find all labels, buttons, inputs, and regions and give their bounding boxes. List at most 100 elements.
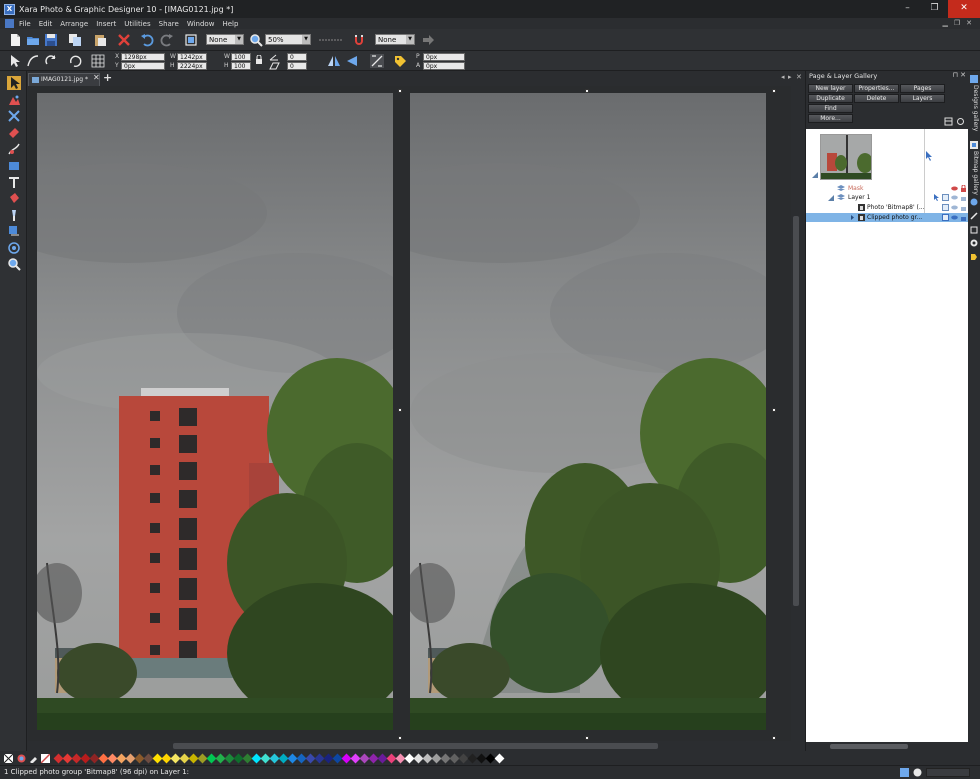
fill-tool-icon[interactable] xyxy=(7,191,21,205)
layer-row-photo[interactable]: Photo 'Bitmap8' (... xyxy=(806,203,969,212)
menu-edit[interactable]: Edit xyxy=(39,20,53,28)
photo-tool-icon[interactable] xyxy=(7,93,21,107)
magnet-icon[interactable] xyxy=(352,33,366,47)
fill-gallery-icon[interactable] xyxy=(970,198,978,206)
pane-close-icon[interactable]: ✕ xyxy=(796,73,802,81)
save-icon[interactable] xyxy=(44,33,58,47)
maximize-button[interactable]: ❐ xyxy=(921,0,948,18)
quality-combo[interactable]: None ▼ xyxy=(206,34,244,45)
width-field[interactable]: 1242px xyxy=(177,53,207,61)
layers-button[interactable]: Layers xyxy=(900,94,945,103)
x-position-field[interactable]: 1298px xyxy=(121,53,165,61)
new-document-icon[interactable] xyxy=(8,33,22,47)
shadow-tool-icon[interactable] xyxy=(7,224,21,238)
menu-insert[interactable]: Insert xyxy=(96,20,116,28)
tag-icon[interactable] xyxy=(393,54,407,68)
minimize-button[interactable]: – xyxy=(894,0,921,18)
menu-window[interactable]: Window xyxy=(187,20,215,28)
text-tool-icon[interactable] xyxy=(7,175,21,189)
y-position-field[interactable]: 0px xyxy=(121,62,165,70)
eye-icon[interactable] xyxy=(951,185,958,192)
selector-tool-icon[interactable] xyxy=(7,76,21,90)
transparent-color-icon[interactable] xyxy=(41,753,50,763)
new-layer-button[interactable]: New layer xyxy=(808,84,853,93)
lock-icon[interactable] xyxy=(960,185,967,192)
scroll-right-icon[interactable]: ▸ xyxy=(788,73,792,81)
lock-icon[interactable] xyxy=(960,204,967,211)
document-canvas[interactable] xyxy=(28,86,791,741)
zoom-to-fit-icon[interactable] xyxy=(184,33,198,47)
paste-icon[interactable] xyxy=(93,33,107,47)
collapse-triangle-icon[interactable] xyxy=(828,195,834,201)
visibility-box-icon[interactable] xyxy=(942,194,949,201)
selection-handle[interactable] xyxy=(398,408,402,412)
designs-gallery-icon[interactable] xyxy=(970,75,978,83)
a-field[interactable]: 0px xyxy=(423,62,465,70)
selection-handle[interactable] xyxy=(585,736,589,740)
doc-close-icon[interactable]: ✕ xyxy=(966,19,972,27)
flip-vertical-icon[interactable] xyxy=(345,54,359,68)
photo-edited[interactable] xyxy=(410,93,766,730)
selection-handle[interactable] xyxy=(398,736,402,740)
menu-help[interactable]: Help xyxy=(222,20,238,28)
transparency-tool-icon[interactable] xyxy=(7,208,21,222)
new-tab-icon[interactable]: + xyxy=(103,71,112,84)
doc-restore-icon[interactable]: ❐ xyxy=(954,19,960,27)
selection-handle[interactable] xyxy=(398,89,402,93)
redo-icon[interactable] xyxy=(160,33,174,47)
layer-row-clipped-group[interactable]: Clipped photo gr... xyxy=(806,213,969,222)
name-gallery-icon[interactable] xyxy=(970,253,978,261)
bitmap-gallery-tab[interactable]: Bitmap gallery xyxy=(969,151,979,195)
no-color-icon[interactable] xyxy=(4,753,13,763)
menu-file[interactable]: File xyxy=(19,20,31,28)
layer-options-icon[interactable] xyxy=(944,117,953,126)
freehand-tool-icon[interactable] xyxy=(7,142,21,156)
transparency-slider-icon[interactable] xyxy=(318,33,344,47)
photo-original[interactable] xyxy=(37,93,393,730)
delete-icon[interactable] xyxy=(117,33,131,47)
scale-height-field[interactable]: 100 xyxy=(231,62,251,70)
zoom-tool-icon[interactable] xyxy=(7,257,21,271)
feather-combo[interactable]: None ▼ xyxy=(375,34,415,45)
horizontal-scrollbar[interactable] xyxy=(28,741,791,751)
properties-button[interactable]: Properties... xyxy=(854,84,899,93)
rotation-field[interactable]: 0 xyxy=(287,53,307,61)
render-icon[interactable] xyxy=(913,768,922,777)
eye-icon[interactable] xyxy=(951,194,958,201)
transform-mode-icon[interactable] xyxy=(370,54,384,68)
select-arrow-icon[interactable] xyxy=(8,54,22,68)
selection-handle[interactable] xyxy=(585,89,589,93)
height-field[interactable]: 2224px xyxy=(177,62,207,70)
lock-icon[interactable] xyxy=(960,194,967,201)
eraser-tool-icon[interactable] xyxy=(7,125,21,139)
gallery-horizontal-scrollbar[interactable] xyxy=(806,742,969,751)
document-tab[interactable]: IMAG0121.jpg * xyxy=(28,73,100,86)
designs-gallery-tab[interactable]: Designs gallery xyxy=(969,85,979,131)
menu-share[interactable]: Share xyxy=(159,20,179,28)
menu-utilities[interactable]: Utilities xyxy=(124,20,150,28)
pages-button[interactable]: Pages xyxy=(900,84,945,93)
undo-icon[interactable] xyxy=(140,33,154,47)
selection-handle[interactable] xyxy=(772,408,776,412)
contour-tool-icon[interactable] xyxy=(7,241,21,255)
eye-icon[interactable] xyxy=(951,214,958,221)
gallery-scroll-thumb[interactable] xyxy=(830,744,908,749)
rotate-handle-icon[interactable] xyxy=(44,54,58,68)
page-thumbnail[interactable] xyxy=(820,134,872,180)
line-gallery-icon[interactable] xyxy=(970,212,978,220)
vertical-scrollbar[interactable] xyxy=(791,86,802,741)
more-button[interactable]: More... xyxy=(808,114,853,123)
expand-triangle-icon[interactable] xyxy=(812,172,818,178)
horizontal-scroll-thumb[interactable] xyxy=(173,743,658,749)
color-gallery-icon[interactable] xyxy=(970,239,978,247)
tab-close-icon[interactable]: ✕ xyxy=(93,73,100,82)
delete-button[interactable]: Delete xyxy=(854,94,899,103)
eye-icon[interactable] xyxy=(951,204,958,211)
arrow-right-icon[interactable] xyxy=(421,33,435,47)
layer-row-mask[interactable]: Mask xyxy=(806,184,969,193)
page-select-arrow-icon[interactable] xyxy=(925,151,934,161)
zoom-combo[interactable]: 50% ▼ xyxy=(265,34,311,45)
eyedropper-icon[interactable] xyxy=(29,754,38,763)
document-menu-icon[interactable] xyxy=(5,19,14,28)
skew-field[interactable]: 0 xyxy=(287,62,307,70)
